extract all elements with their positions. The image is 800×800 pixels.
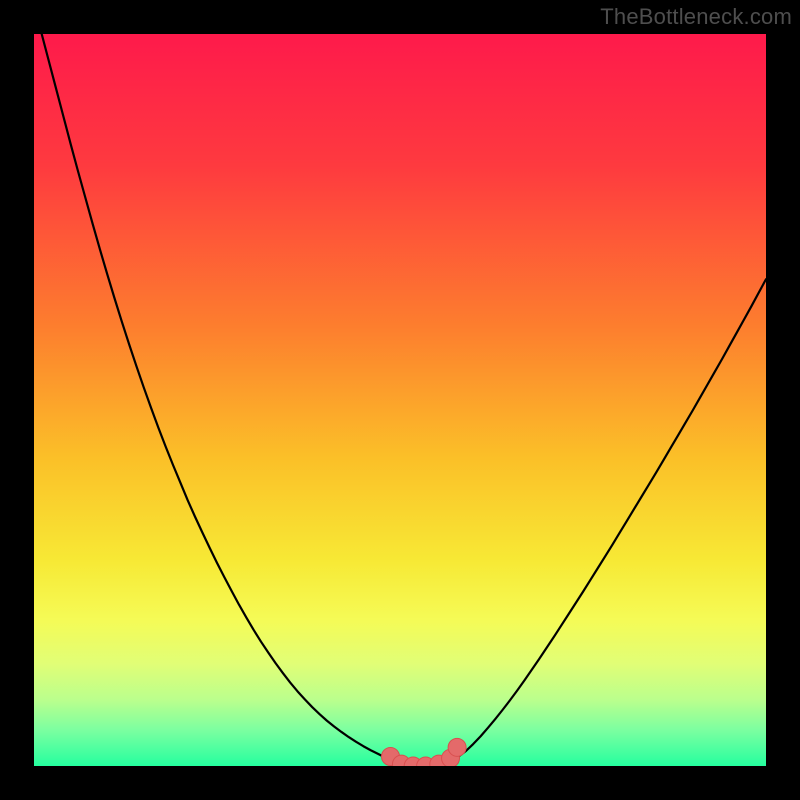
plot-area <box>34 34 766 766</box>
chart-frame: TheBottleneck.com <box>0 0 800 800</box>
gradient-background <box>34 34 766 766</box>
bottleneck-chart-svg <box>34 34 766 766</box>
curve-marker <box>448 738 466 756</box>
watermark-text: TheBottleneck.com <box>600 4 792 30</box>
